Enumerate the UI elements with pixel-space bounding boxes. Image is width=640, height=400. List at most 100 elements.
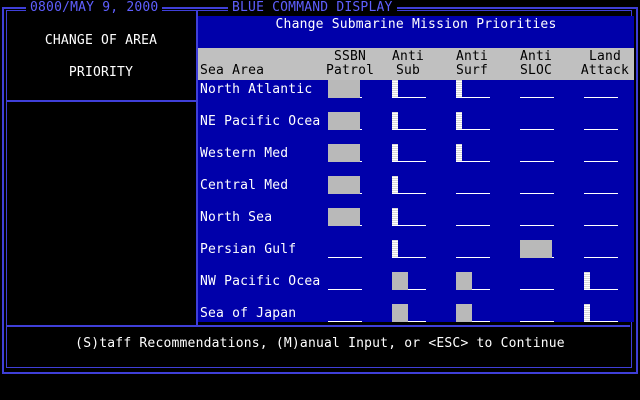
priority-bar: [456, 80, 462, 98]
priority-cell[interactable]: [328, 144, 362, 162]
priority-cell[interactable]: [392, 176, 426, 194]
priority-cell[interactable]: [456, 112, 490, 130]
panel-title: Change Submarine Mission Priorities: [275, 17, 557, 32]
priority-baseline: [328, 289, 362, 290]
priority-bar: [392, 240, 398, 258]
priority-baseline: [328, 321, 362, 322]
priority-cell[interactable]: [392, 112, 426, 130]
priority-cell[interactable]: [328, 240, 362, 258]
priority-baseline: [456, 225, 490, 226]
priority-baseline: [584, 257, 618, 258]
priority-bar: [392, 80, 398, 98]
mission-priorities-panel: Change Submarine Mission Priorities Sea …: [198, 16, 634, 322]
row-area-label[interactable]: Western Med: [200, 146, 288, 161]
priority-cell[interactable]: [328, 208, 362, 226]
priority-baseline: [520, 321, 554, 322]
priority-cell[interactable]: [520, 176, 554, 194]
priority-cell[interactable]: [328, 80, 362, 98]
priority-cell[interactable]: [392, 144, 426, 162]
priority-bar: [584, 304, 590, 322]
row-area-label[interactable]: North Sea: [200, 210, 272, 225]
priority-cell[interactable]: [584, 112, 618, 130]
priority-bar: [392, 208, 398, 226]
priority-baseline: [520, 225, 554, 226]
priority-baseline: [456, 193, 490, 194]
priority-cell[interactable]: [392, 272, 426, 290]
priority-bar: [456, 272, 472, 290]
priority-cell[interactable]: [456, 176, 490, 194]
priority-baseline: [520, 161, 554, 162]
row-area-label[interactable]: North Atlantic: [200, 82, 312, 97]
priority-cell[interactable]: [584, 80, 618, 98]
priority-cell[interactable]: [328, 176, 362, 194]
priority-bar: [456, 144, 462, 162]
column-header-2: Anti Sub: [388, 50, 428, 78]
priority-cell[interactable]: [520, 272, 554, 290]
column-header-bottom: Surf: [455, 63, 489, 78]
priority-baseline: [520, 193, 554, 194]
column-header-top: Land: [588, 49, 622, 64]
column-header-bottom: Sub: [395, 63, 421, 78]
priority-cell[interactable]: [584, 272, 618, 290]
priority-cell[interactable]: [584, 208, 618, 226]
priority-cell[interactable]: [520, 80, 554, 98]
display-title: BLUE COMMAND DISPLAY: [228, 0, 397, 16]
column-header-top: SSBN: [333, 49, 367, 64]
priority-baseline: [584, 97, 618, 98]
priority-cell[interactable]: [456, 144, 490, 162]
column-header-bottom: Attack: [580, 63, 630, 78]
priority-cell[interactable]: [584, 240, 618, 258]
row-area-label[interactable]: Sea of Japan: [200, 306, 296, 321]
priority-bar: [328, 144, 360, 162]
priority-baseline: [520, 289, 554, 290]
priority-cell[interactable]: [392, 240, 426, 258]
priority-cell[interactable]: [328, 304, 362, 322]
priority-baseline: [520, 97, 554, 98]
priority-cell[interactable]: [328, 272, 362, 290]
column-header-top: Anti: [519, 49, 553, 64]
priority-bar: [328, 176, 360, 194]
priority-cell[interactable]: [520, 304, 554, 322]
priority-cell[interactable]: [520, 112, 554, 130]
column-header-0: Sea Area: [200, 50, 310, 78]
priority-cell[interactable]: [392, 80, 426, 98]
row-area-label[interactable]: Persian Gulf: [200, 242, 296, 257]
priority-cell[interactable]: [392, 208, 426, 226]
priority-cell[interactable]: [456, 272, 490, 290]
priority-cell[interactable]: [520, 240, 554, 258]
column-header-3: Anti Surf: [452, 50, 492, 78]
priority-bar: [456, 304, 472, 322]
priority-cell[interactable]: [584, 304, 618, 322]
priority-cell[interactable]: [520, 208, 554, 226]
priority-cell[interactable]: [456, 80, 490, 98]
priority-cell[interactable]: [520, 144, 554, 162]
priority-cell[interactable]: [328, 112, 362, 130]
priority-baseline: [456, 257, 490, 258]
column-header-bottom: Sea Area: [200, 63, 265, 78]
priority-baseline: [584, 193, 618, 194]
priority-bar: [328, 112, 360, 130]
priority-cell[interactable]: [456, 240, 490, 258]
priority-baseline: [520, 129, 554, 130]
priority-cell[interactable]: [584, 176, 618, 194]
column-header-bar: Sea Area SSBN Patrol Anti Sub Anti Surf Anti SLO…: [198, 48, 634, 80]
row-area-label[interactable]: NW Pacific Ocea: [200, 274, 320, 289]
row-area-label[interactable]: Central Med: [200, 178, 288, 193]
footer-prompt: (S)taff Recommendations, (M)anual Input,…: [75, 336, 565, 351]
priority-baseline: [584, 161, 618, 162]
priority-bar: [328, 80, 360, 98]
priority-bar: [520, 240, 552, 258]
priority-cell[interactable]: [456, 208, 490, 226]
priority-cell[interactable]: [456, 304, 490, 322]
priority-bar: [328, 208, 360, 226]
priority-cell[interactable]: [584, 144, 618, 162]
priority-bar: [392, 176, 398, 194]
left-panel-line2: PRIORITY: [68, 65, 134, 80]
column-header-top: [200, 50, 310, 64]
priority-baseline: [584, 129, 618, 130]
left-panel-line1: CHANGE OF AREA: [44, 33, 158, 48]
priority-baseline: [328, 257, 362, 258]
row-area-label[interactable]: NE Pacific Ocea: [200, 114, 320, 129]
priority-cell[interactable]: [392, 304, 426, 322]
priority-bar: [392, 272, 408, 290]
